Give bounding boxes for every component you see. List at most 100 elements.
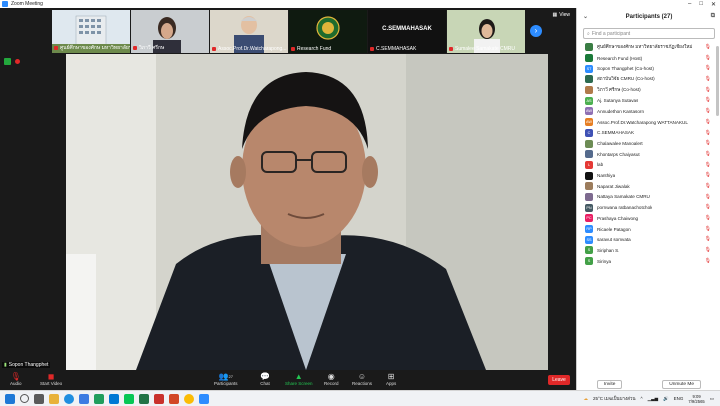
participant-row[interactable]: วิภาวี ศรีกษ (Co-host) 🎙	[577, 85, 720, 96]
participant-row[interactable]: Nattaya Samakate CMRU 🎙	[577, 192, 720, 203]
edge-browser-icon[interactable]	[64, 393, 74, 404]
line-app-icon[interactable]	[124, 393, 134, 404]
muted-mic-icon: 🎙	[704, 236, 711, 243]
volume-icon[interactable]: 🔊	[663, 396, 669, 402]
video-thumbnail[interactable]: ศูนย์ศึกษาของศักษ มหาวิทยาลัยราช...	[52, 10, 130, 53]
avatar	[585, 171, 593, 180]
share-screen-button[interactable]: ▲ Share Screen	[285, 372, 313, 386]
minimize-icon[interactable]: –	[688, 1, 691, 8]
participant-name: วิภาวี ศรีกษ	[139, 45, 165, 51]
participant-row[interactable]: RP Ricaele Patagon 🎙	[577, 224, 720, 235]
apps-button[interactable]: ⊞ Apps	[386, 372, 396, 386]
mail-icon[interactable]	[79, 393, 89, 404]
find-participant-placeholder: Find a participant	[591, 30, 631, 37]
tray-overflow-icon[interactable]: ^	[641, 396, 643, 401]
participant-name: ศูนย์ศึกษาของศักษ มหาวิทยาลัยราช...	[60, 45, 130, 51]
chat-button[interactable]: 💬 Chat	[260, 372, 270, 386]
word-icon[interactable]	[109, 393, 119, 404]
view-button[interactable]: ▦ View	[553, 12, 570, 18]
participant-row[interactable]: AW Annudethon Kantasorn 🎙	[577, 106, 720, 117]
zoom-logo-icon	[2, 1, 8, 7]
participant-row[interactable]: Nanthiya 🎙	[577, 170, 720, 181]
avatar: AW	[585, 118, 593, 127]
participant-row[interactable]: AW Assoc.Prof.Dr.Watcharapong WATTANAKUL 🎙	[577, 117, 720, 128]
participant-row[interactable]: ศูนย์ศึกษาของศักษ มหาวิทยาลัยราชภัฏเชียง…	[577, 42, 720, 53]
muted-mic-icon: 🎙	[704, 97, 711, 104]
muted-mic-icon	[449, 47, 453, 51]
find-participant-input[interactable]: ⌕ Find a participant	[583, 28, 715, 39]
participants-button[interactable]: 👥 27 Participants	[214, 372, 238, 386]
muted-mic-icon: 🎙	[704, 182, 711, 189]
video-thumbnail[interactable]: วิภาวี ศรีกษ	[131, 10, 209, 53]
network-icon[interactable]: ▁▃▅	[648, 396, 658, 402]
participant-row[interactable]: ST Sopon Thangphet (Co-host) 🎙	[577, 63, 720, 74]
acrobat-icon[interactable]	[154, 393, 164, 404]
notification-icon[interactable]: ▭	[710, 396, 714, 402]
record-button[interactable]: ◉ Record	[324, 372, 339, 386]
participant-row[interactable]: Naparat Jiwalak 🎙	[577, 181, 720, 192]
video-thumbnail[interactable]: C.SEMMAHASAK C.SEMMAHASAK	[368, 10, 446, 53]
participant-name: ศูนย์ศึกษาของศักษ มหาวิทยาลัยราชภัฏเชียง…	[597, 43, 693, 49]
participant-row[interactable]: SS saravut somvata 🎙	[577, 234, 720, 245]
participant-row[interactable]: Research Fund (Host) 🎙	[577, 53, 720, 64]
invite-button[interactable]: Invite	[596, 379, 623, 389]
zoom-taskbar-icon[interactable]	[199, 393, 209, 404]
reactions-button[interactable]: ☺ Reactions	[352, 372, 372, 386]
participant-row[interactable]: S Siriphan S. 🎙	[577, 245, 720, 256]
avatar	[585, 86, 593, 95]
video-thumbnail-strip: ศูนย์ศึกษาของศักษ มหาวิทยาลัยราช... วิภา…	[0, 8, 576, 54]
security-shield-icon[interactable]	[4, 58, 11, 65]
close-icon[interactable]: ✕	[711, 1, 716, 8]
task-view-icon[interactable]	[34, 393, 44, 404]
clock[interactable]: 9:09 7/9/2565	[688, 394, 704, 404]
popout-icon[interactable]: ⧉	[711, 13, 715, 20]
record-label: Record	[324, 381, 339, 386]
video-thumbnail[interactable]: Research Fund	[289, 10, 367, 53]
file-explorer-icon[interactable]	[49, 393, 59, 404]
windows-start-icon[interactable]	[5, 393, 15, 404]
muted-mic-icon: 🎙	[704, 44, 711, 50]
maximize-icon[interactable]: □	[699, 1, 703, 8]
next-page-arrow-icon[interactable]: ›	[530, 25, 542, 37]
participant-name: C.SEMMAHASAK	[597, 130, 635, 136]
participant-row[interactable]: สถาบันวิจัย CMRU (Co-host) 🎙	[577, 74, 720, 85]
weather-text[interactable]: 25°C เมฆเป็นบางส่วน	[593, 395, 636, 402]
participant-row[interactable]: Llab 🎙	[577, 160, 720, 171]
chat-icon: 💬	[260, 372, 270, 381]
participant-name: saravut somvata	[597, 237, 631, 243]
muted-mic-icon	[212, 47, 216, 51]
unmute-me-button[interactable]: Unmute Me	[662, 379, 702, 389]
muted-mic-icon	[54, 46, 58, 50]
participant-row[interactable]: S Sirinya 🎙	[577, 256, 720, 267]
collapse-chevron-icon[interactable]: ⌄	[583, 13, 588, 20]
participant-name: Ricaele Patagon	[597, 226, 631, 232]
clock-date: 7/9/2565	[688, 398, 705, 404]
avatar	[585, 150, 593, 159]
audio-button[interactable]: 🎙 Audio	[10, 372, 22, 386]
language-indicator[interactable]: ENG	[674, 396, 684, 401]
participant-row[interactable]: Khontarps Chaiyasut 🎙	[577, 149, 720, 160]
muted-mic-icon	[291, 47, 295, 51]
video-thumbnail[interactable]: Sumalee Samakate CMRU	[447, 10, 525, 53]
participant-row[interactable]: PN pornwana ratbanachotchok 🎙	[577, 202, 720, 213]
participant-name: lab	[597, 162, 604, 168]
participant-row[interactable]: C C.SEMMAHASAK 🎙	[577, 128, 720, 139]
participant-row[interactable]: PC Prashaya Chaiwong 🎙	[577, 213, 720, 224]
participant-row[interactable]: AS Aj. Sutanya Sutavas 🎙	[577, 95, 720, 106]
leave-button[interactable]: Leave	[548, 375, 570, 385]
start-video-button[interactable]: ◼ Start Video	[40, 372, 62, 386]
search-icon[interactable]	[20, 394, 29, 403]
participant-name: Nanthiya	[597, 173, 616, 179]
chrome-icon[interactable]	[184, 393, 194, 404]
video-thumbnail[interactable]: Assoc.Prof.Dr.Watcharapong...	[210, 10, 288, 53]
participant-name: Aj. Sutanya Sutavas	[597, 98, 639, 104]
powerpoint-icon[interactable]	[169, 393, 179, 404]
share-label: Share Screen	[285, 381, 313, 386]
avatar: PC	[585, 214, 593, 223]
excel-icon[interactable]	[139, 393, 149, 404]
participant-row[interactable]: Chalawalee Manoalert 🎙	[577, 138, 720, 149]
muted-mic-icon: 🎙	[704, 257, 711, 264]
avatar: C	[585, 128, 593, 137]
muted-mic-icon: 🎙	[704, 172, 711, 179]
store-icon[interactable]	[94, 393, 104, 404]
